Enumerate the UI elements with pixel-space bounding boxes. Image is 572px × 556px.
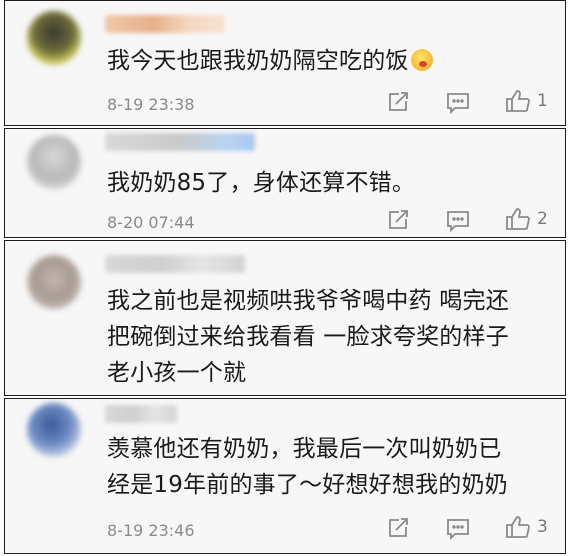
share-icon: [387, 91, 409, 113]
thumbs-up-icon: [505, 89, 531, 113]
share-icon: [387, 209, 409, 231]
avatar[interactable]: [27, 135, 81, 189]
comment-text: 我今天也跟我奶奶隔空吃的饭: [107, 43, 551, 79]
comment-icon: [446, 210, 470, 232]
like-count: 1: [537, 91, 548, 111]
reply-button[interactable]: [446, 92, 470, 114]
comment-text-line: 羡慕他还有奶奶，我最后一次叫奶奶已: [107, 436, 502, 462]
username-blurred[interactable]: [105, 405, 177, 423]
username-blurred[interactable]: [105, 15, 225, 33]
comment-card: 我今天也跟我奶奶隔空吃的饭 8-19 23:38 1: [4, 0, 566, 126]
thumbs-up-icon: [505, 207, 531, 231]
comment-text-line: 把碗倒过来给我看看 一脸求夸奖的样子: [107, 324, 509, 350]
comment-icon: [446, 92, 470, 114]
comment-card: 我奶奶85了，身体还算不错。 8-20 07:44 2: [4, 128, 566, 238]
reply-button[interactable]: [446, 518, 470, 540]
share-button[interactable]: [387, 209, 409, 231]
reply-button[interactable]: [446, 210, 470, 232]
share-icon: [387, 517, 409, 539]
comment-list: 我今天也跟我奶奶隔空吃的饭 8-19 23:38 1 我奶奶85了，身体还算不错…: [0, 0, 572, 556]
comment-text: 我奶奶85了，身体还算不错。: [107, 170, 416, 196]
username-blurred[interactable]: [105, 133, 255, 151]
face-with-tongue-emoji: [410, 49, 433, 71]
comment-time: 8-19 23:38: [107, 95, 195, 114]
comment-text: 我之前也是视频哄我爷爷喝中药 喝完还 把碗倒过来给我看看 一脸求夸奖的样子 老小…: [107, 283, 551, 391]
like-button[interactable]: 1: [505, 89, 548, 113]
like-count: 2: [537, 209, 548, 229]
comment-card: 我之前也是视频哄我爷爷喝中药 喝完还 把碗倒过来给我看看 一脸求夸奖的样子 老小…: [4, 240, 566, 396]
comment-time: 8-20 07:44: [107, 213, 195, 232]
comment-text-line: 经是19年前的事了～好想好想我的奶奶: [107, 472, 508, 498]
comment-text: 羡慕他还有奶奶，我最后一次叫奶奶已 经是19年前的事了～好想好想我的奶奶: [107, 431, 551, 503]
comment-card: 羡慕他还有奶奶，我最后一次叫奶奶已 经是19年前的事了～好想好想我的奶奶 8-1…: [4, 398, 566, 554]
comment-time: 8-19 23:46: [107, 521, 195, 540]
avatar[interactable]: [27, 11, 81, 65]
thumbs-up-icon: [505, 515, 531, 539]
like-count: 3: [537, 517, 548, 537]
share-button[interactable]: [387, 91, 409, 113]
avatar[interactable]: [27, 403, 81, 457]
comment-text-content: 我今天也跟我奶奶隔空吃的饭: [107, 48, 409, 74]
share-button[interactable]: [387, 517, 409, 539]
comment-text-line: 老小孩一个就: [107, 360, 247, 386]
username-blurred[interactable]: [105, 255, 245, 273]
like-button[interactable]: 3: [505, 515, 548, 539]
comment-icon: [446, 518, 470, 540]
comment-text-line: 我之前也是视频哄我爷爷喝中药 喝完还: [107, 288, 509, 314]
avatar[interactable]: [27, 255, 81, 309]
like-button[interactable]: 2: [505, 207, 548, 231]
